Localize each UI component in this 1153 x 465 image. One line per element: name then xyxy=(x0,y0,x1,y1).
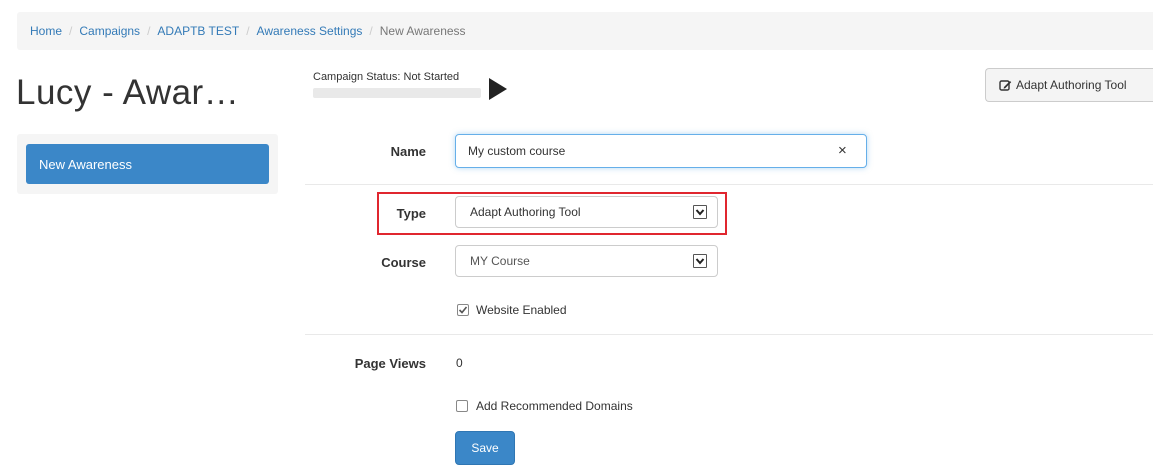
type-select[interactable]: Adapt Authoring Tool xyxy=(455,196,718,228)
add-recommended-domains-label: Add Recommended Domains xyxy=(476,399,633,413)
chevron-down-icon xyxy=(693,254,707,268)
sidebar-item-label: New Awareness xyxy=(39,156,132,172)
campaign-status-value: Not Started xyxy=(403,71,460,83)
page-title: Lucy - Awar… xyxy=(16,73,240,112)
website-enabled-checkbox[interactable] xyxy=(457,304,469,316)
campaign-status-label: Campaign Status: xyxy=(313,71,401,83)
sidebar-item-new-awareness[interactable]: New Awareness xyxy=(26,144,269,184)
page-views-value: 0 xyxy=(456,356,463,370)
start-campaign-play-icon[interactable] xyxy=(489,78,507,100)
website-enabled-label: Website Enabled xyxy=(476,303,567,317)
breadcrumb: Home / Campaigns / ADAPTB TEST / Awarene… xyxy=(17,12,1153,50)
type-label: Type xyxy=(396,206,426,221)
sidebar: New Awareness xyxy=(17,134,278,194)
checkmark-icon xyxy=(458,306,468,314)
course-select[interactable]: MY Course xyxy=(455,245,718,277)
breadcrumb-campaign[interactable]: ADAPTB TEST xyxy=(157,24,239,38)
page-views-label: Page Views xyxy=(354,356,426,371)
breadcrumb-separator: / xyxy=(246,24,250,38)
campaign-progress-bar xyxy=(313,88,481,98)
save-button-label: Save xyxy=(471,441,499,455)
chevron-down-icon xyxy=(693,205,707,219)
edit-icon xyxy=(999,79,1012,91)
clear-name-icon[interactable]: × xyxy=(838,143,847,158)
adapt-authoring-tool-button[interactable]: Adapt Authoring Tool xyxy=(985,68,1153,102)
breadcrumb-campaigns[interactable]: Campaigns xyxy=(79,24,140,38)
divider xyxy=(305,334,1153,335)
breadcrumb-home[interactable]: Home xyxy=(30,24,62,38)
name-label: Name xyxy=(390,144,426,159)
adapt-authoring-tool-label: Adapt Authoring Tool xyxy=(1016,78,1127,92)
course-selected-value: MY Course xyxy=(470,254,530,268)
add-recommended-domains-checkbox[interactable] xyxy=(456,400,468,412)
breadcrumb-separator: / xyxy=(69,24,73,38)
breadcrumb-current: New Awareness xyxy=(379,24,466,38)
name-input[interactable] xyxy=(455,134,867,168)
type-selected-value: Adapt Authoring Tool xyxy=(470,205,581,219)
divider xyxy=(305,184,1153,185)
breadcrumb-separator: / xyxy=(369,24,373,38)
breadcrumb-separator: / xyxy=(147,24,151,38)
course-label: Course xyxy=(381,255,426,270)
breadcrumb-awareness-settings[interactable]: Awareness Settings xyxy=(257,24,363,38)
save-button[interactable]: Save xyxy=(455,431,515,465)
campaign-status: Campaign Status: Not Started xyxy=(313,71,459,83)
